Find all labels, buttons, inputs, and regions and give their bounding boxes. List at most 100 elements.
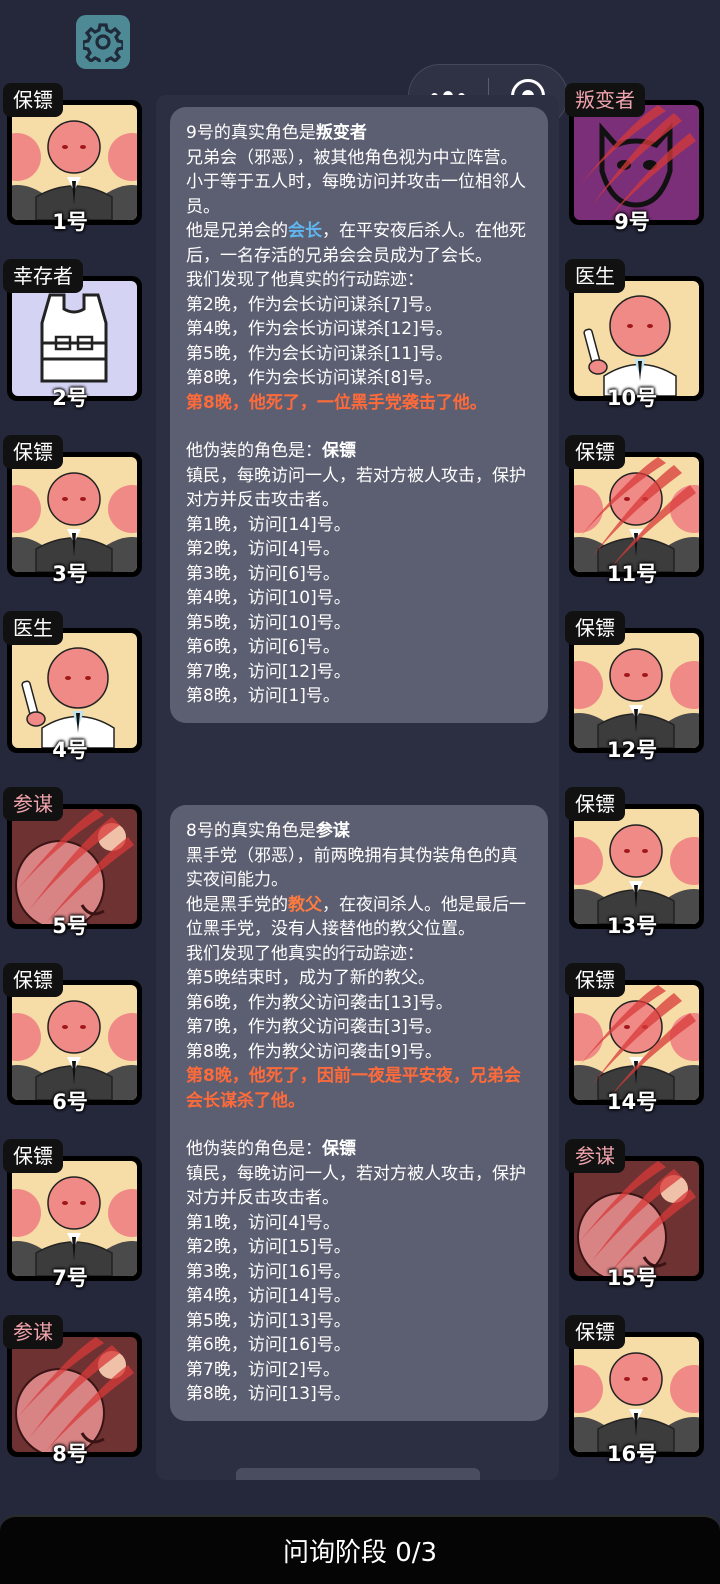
bodyguard-portrait xyxy=(574,633,699,748)
player-card-7[interactable]: 保镖 7号 xyxy=(0,1139,142,1290)
player-card-3[interactable]: 保镖 3号 xyxy=(0,435,142,586)
track-list: 第2晚，作为会长访问谋杀[7]号。 第4晚，作为会长访问谋杀[12]号。 第5晚，作… xyxy=(186,293,534,391)
player-number: 12号 xyxy=(606,738,658,762)
player-card-6[interactable]: 保镖 6号 xyxy=(0,963,142,1114)
portrait xyxy=(574,1161,699,1276)
visit-line: 第5晚，访问[13]号。 xyxy=(186,1310,351,1331)
visit-line: 第2晚，访问[4]号。 xyxy=(186,539,340,559)
player-number: 6号 xyxy=(52,1090,88,1114)
portrait xyxy=(574,105,699,220)
role-description: 黑手党（邪恶），前两晚拥有其伪装角色的真实夜间能力。 xyxy=(186,845,518,891)
player-number: 11号 xyxy=(606,562,658,586)
visit-line: 第4晚，访问[10]号。 xyxy=(186,588,351,608)
player-number: 2号 xyxy=(52,386,88,410)
player-card-13[interactable]: 保镖 13号 xyxy=(562,787,704,938)
gear-icon xyxy=(83,23,123,62)
track-line: 第8晚，作为会长访问谋杀[8]号。 xyxy=(186,368,442,388)
portrait xyxy=(574,985,699,1100)
player-number: 5号 xyxy=(52,914,88,938)
disguise-description: 镇民，每晚访问一人，若对方被人攻击，保护对方并反击攻击者。 xyxy=(186,465,526,511)
portrait xyxy=(574,457,699,572)
portrait xyxy=(12,105,137,220)
role-tag: 保镖 xyxy=(3,963,63,997)
portrait xyxy=(574,281,699,396)
track-line: 第5晚结束时，成为了新的教父。 xyxy=(186,968,435,988)
portrait xyxy=(12,985,137,1100)
bodyguard-portrait xyxy=(574,809,699,924)
track-title: 我们发现了他真实的行动踪迹： xyxy=(186,943,424,964)
role-tag: 参谋 xyxy=(3,787,63,821)
player-card-12[interactable]: 保镖 12号 xyxy=(562,611,704,762)
scroll-hint xyxy=(236,1468,480,1480)
visit-line: 第5晚，访问[10]号。 xyxy=(186,612,351,633)
visit-line: 第1晚，访问[4]号。 xyxy=(186,1212,340,1233)
player-card-16[interactable]: 保镖 16号 xyxy=(562,1315,704,1466)
portrait xyxy=(12,633,137,748)
visit-line: 第4晚，访问[14]号。 xyxy=(186,1286,351,1306)
portrait xyxy=(12,809,137,924)
doctor-portrait xyxy=(574,281,699,396)
bodyguard-portrait xyxy=(574,985,699,1100)
role-tag: 参谋 xyxy=(565,1139,625,1173)
player-card-2[interactable]: 幸存者 2号 xyxy=(0,259,142,410)
reveal-card-8: 8号的真实角色是参谋 黑手党（邪恶），前两晚拥有其伪装角色的真实夜间能力。 他是… xyxy=(170,805,548,1421)
track-line: 第5晚，作为会长访问谋杀[11]号。 xyxy=(186,343,453,364)
player-number: 4号 xyxy=(52,738,88,762)
player-card-15[interactable]: 参谋 15号 xyxy=(562,1139,704,1290)
bodyguard-portrait xyxy=(12,985,137,1100)
reveal-title: 8号的真实角色是参谋 xyxy=(186,821,350,841)
disguise-title: 他伪装的角色是：保镖 xyxy=(186,441,356,461)
player-number: 3号 xyxy=(52,562,88,586)
phase-bar[interactable]: 问询阶段 0/3 xyxy=(0,1515,720,1584)
doctor-portrait xyxy=(12,633,137,748)
portrait xyxy=(574,809,699,924)
role-tag: 保镖 xyxy=(3,1139,63,1173)
player-number: 15号 xyxy=(606,1266,658,1290)
visit-line: 第1晚，访问[14]号。 xyxy=(186,514,351,535)
role-tag: 叛变者 xyxy=(565,83,645,117)
visit-line: 第3晚，访问[16]号。 xyxy=(186,1261,351,1282)
death-line: 第8晚，他死了，一位黑手党袭击了他。 xyxy=(186,392,487,413)
visit-line: 第3晚，访问[6]号。 xyxy=(186,563,340,584)
settings-button[interactable] xyxy=(76,15,130,69)
player-card-8[interactable]: 参谋 8号 xyxy=(0,1315,142,1466)
disguise-title: 他伪装的角色是：保镖 xyxy=(186,1139,356,1159)
portrait xyxy=(12,1337,137,1452)
player-card-9[interactable]: 叛变者 9号 xyxy=(562,83,704,234)
visit-line: 第8晚，访问[1]号。 xyxy=(186,686,340,706)
visit-line: 第2晚，访问[15]号。 xyxy=(186,1237,351,1257)
player-card-1[interactable]: 保镖 1号 xyxy=(0,83,142,234)
role-description: 兄弟会（邪恶），被其他角色视为中立阵营。小于等于五人时，每晚访问并攻击一位相邻人… xyxy=(186,147,526,217)
rank-line: 他是兄弟会的会长，在平安夜后杀人。在他死后，一名存活的兄弟会会员成为了会长。 xyxy=(186,221,526,266)
role-tag: 保镖 xyxy=(565,787,625,821)
portrait xyxy=(574,633,699,748)
player-card-4[interactable]: 医生 4号 xyxy=(0,611,142,762)
bodyguard-portrait xyxy=(12,105,137,220)
player-card-11[interactable]: 保镖 11号 xyxy=(562,435,704,586)
player-number: 9号 xyxy=(614,210,650,234)
player-number: 10号 xyxy=(606,386,658,410)
advisor-portrait xyxy=(12,809,137,924)
portrait xyxy=(574,1337,699,1452)
disguise-description: 镇民，每晚访问一人，若对方被人攻击，保护对方并反击攻击者。 xyxy=(186,1163,526,1209)
player-card-5[interactable]: 参谋 5号 xyxy=(0,787,142,938)
player-card-14[interactable]: 保镖 14号 xyxy=(562,963,704,1114)
bodyguard-portrait xyxy=(574,1337,699,1452)
player-card-10[interactable]: 医生 10号 xyxy=(562,259,704,410)
player-number: 14号 xyxy=(606,1090,658,1114)
portrait xyxy=(12,457,137,572)
reveal-title: 9号的真实角色是叛变者 xyxy=(186,123,367,143)
track-line: 第6晚，作为教父访问袭击[13]号。 xyxy=(186,992,453,1013)
role-tag: 参谋 xyxy=(3,1315,63,1349)
visit-list: 第1晚，访问[4]号。 第2晚，访问[15]号。 第3晚，访问[16]号。 第4晚，访… xyxy=(186,1211,534,1407)
role-tag: 保镖 xyxy=(565,611,625,645)
role-tag: 保镖 xyxy=(3,435,63,469)
player-number: 16号 xyxy=(606,1442,658,1466)
role-tag: 幸存者 xyxy=(3,259,83,293)
phase-label: 问询阶段 0/3 xyxy=(282,1538,438,1568)
bodyguard-portrait xyxy=(12,457,137,572)
player-number: 8号 xyxy=(52,1442,88,1466)
track-line: 第7晚，作为教父访问袭击[3]号。 xyxy=(186,1017,442,1037)
visit-line: 第8晚，访问[13]号。 xyxy=(186,1384,351,1404)
bodyguard-portrait xyxy=(12,1161,137,1276)
